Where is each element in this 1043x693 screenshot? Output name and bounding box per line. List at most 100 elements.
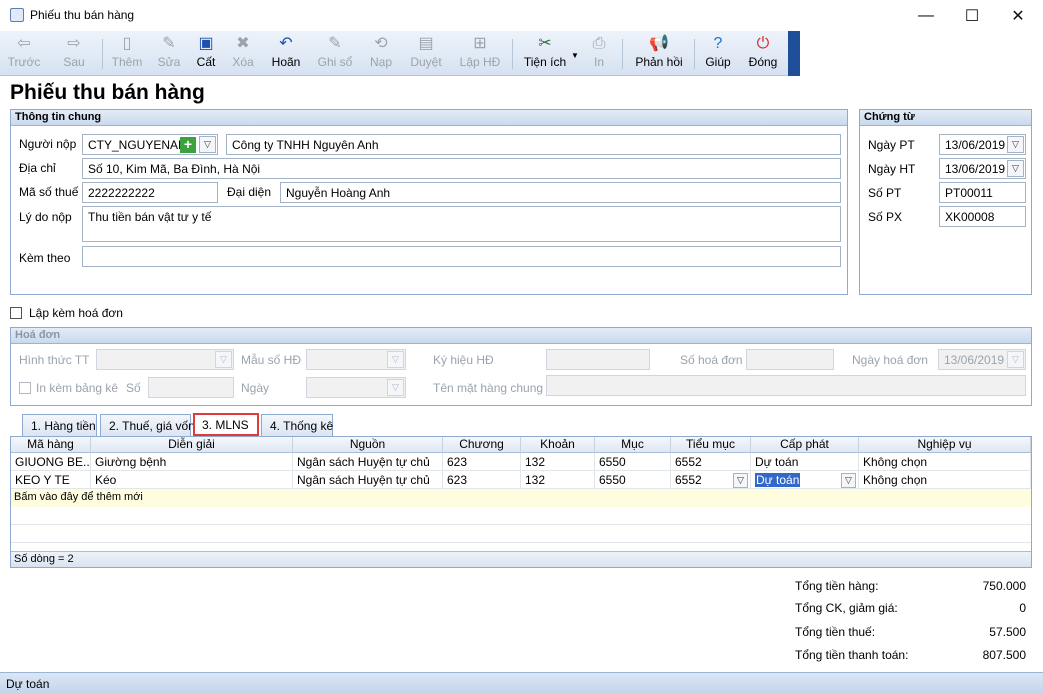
col-header-chapter[interactable]: Chương bbox=[443, 437, 521, 453]
close-button[interactable]: ✕ bbox=[995, 0, 1041, 31]
minimize-button[interactable]: — bbox=[903, 0, 949, 31]
invoice-number-input[interactable] bbox=[746, 349, 834, 370]
cell-account[interactable]: 132 bbox=[521, 471, 595, 489]
export-number-input[interactable]: XK00008 bbox=[939, 206, 1026, 227]
close-form-button[interactable]: ⏻ Đóng bbox=[744, 34, 782, 74]
sub-item-dropdown-button[interactable]: ▽ bbox=[733, 473, 748, 488]
delete-icon: ✖ bbox=[236, 35, 250, 52]
accounting-date-dropdown[interactable]: ▽ bbox=[1007, 160, 1024, 177]
invoice-date-dropdown[interactable]: ▽ bbox=[1007, 351, 1024, 368]
postpone-button[interactable]: ↶ Hoãn bbox=[266, 34, 306, 74]
maximize-button[interactable]: ☐ bbox=[949, 0, 995, 31]
save-button[interactable]: ▣ Cất bbox=[191, 34, 221, 74]
edit-button[interactable]: ✎ Sửa bbox=[152, 34, 186, 74]
row-count: Số dòng = 2 bbox=[11, 551, 1031, 567]
invoice-symbol-input[interactable] bbox=[546, 349, 650, 370]
representative-label: Đại diện bbox=[227, 185, 272, 199]
tab-goods-money[interactable]: 1. Hàng tiền bbox=[22, 414, 97, 436]
payer-code-input[interactable]: CTY_NGUYENANH bbox=[82, 134, 218, 155]
approve-button[interactable]: ▤ Duyệt bbox=[406, 34, 446, 74]
attachment-input[interactable] bbox=[82, 246, 841, 267]
add-button[interactable]: ▯ Thêm bbox=[108, 34, 146, 74]
voucher-date-dropdown[interactable]: ▽ bbox=[1007, 136, 1024, 153]
create-invoice-button[interactable]: ⊞ Lập HĐ bbox=[456, 34, 504, 74]
post-ledger-button[interactable]: ✎ Ghi sổ bbox=[314, 34, 356, 74]
print-list-checkbox[interactable] bbox=[19, 382, 31, 394]
cell-item[interactable]: 6550 bbox=[595, 453, 671, 471]
col-header-item[interactable]: Mục bbox=[595, 437, 671, 453]
col-header-account[interactable]: Khoản bbox=[521, 437, 595, 453]
add-doc-icon: ▯ bbox=[122, 35, 132, 52]
tab-mlns[interactable]: 3. MLNS bbox=[193, 413, 259, 436]
cell-chapter[interactable]: 623 bbox=[443, 471, 521, 489]
list-date-dropdown[interactable]: ▽ bbox=[387, 379, 404, 396]
total-payment-value: 807.500 bbox=[982, 648, 1026, 662]
utilities-button[interactable]: ✂ Tiện ích bbox=[520, 34, 570, 74]
col-header-source[interactable]: Nguồn bbox=[293, 437, 443, 453]
invoice-template-dropdown[interactable]: ▽ bbox=[387, 351, 404, 368]
next-button[interactable]: ⇨ Sau bbox=[54, 34, 94, 74]
voucher-date-label: Ngày PT bbox=[868, 138, 915, 152]
cell-item[interactable]: 6550 bbox=[595, 471, 671, 489]
payer-name-input[interactable]: Công ty TNHH Nguyên Anh bbox=[226, 134, 841, 155]
col-header-description[interactable]: Diễn giải bbox=[91, 437, 293, 453]
edit-doc-icon: ✎ bbox=[162, 35, 176, 52]
title-bar: Phiếu thu bán hàng — ☐ ✕ bbox=[0, 0, 1043, 31]
arrow-right-icon: ⇨ bbox=[67, 35, 81, 52]
cell-operation[interactable]: Không chọn bbox=[859, 453, 1031, 471]
cell-allocation[interactable]: Dự toán bbox=[751, 453, 859, 471]
delete-button[interactable]: ✖ Xóa bbox=[227, 34, 259, 74]
load-button[interactable]: ⟲ Nạp bbox=[364, 34, 398, 74]
cell-source[interactable]: Ngân sách Huyện tự chủ bbox=[293, 453, 443, 471]
help-button[interactable]: ? Giúp bbox=[702, 34, 734, 74]
add-payer-icon[interactable]: + bbox=[180, 137, 196, 153]
status-text: Dự toán bbox=[6, 677, 50, 691]
list-number-input[interactable] bbox=[148, 377, 234, 398]
col-header-item-code[interactable]: Mã hàng bbox=[11, 437, 91, 453]
export-number-label: Số PX bbox=[868, 210, 903, 224]
app-icon bbox=[10, 8, 24, 22]
payer-dropdown-button[interactable]: ▽ bbox=[199, 136, 216, 153]
add-new-row[interactable]: Bấm vào đây để thêm mới bbox=[11, 489, 1031, 507]
allocation-dropdown-button[interactable]: ▽ bbox=[841, 473, 856, 488]
cell-source[interactable]: Ngân sách Huyện tự chủ bbox=[293, 471, 443, 489]
common-item-name-input[interactable] bbox=[546, 375, 1026, 396]
cell-description[interactable]: Kéo bbox=[91, 471, 293, 489]
tab-statistics[interactable]: 4. Thống kê bbox=[261, 414, 333, 436]
invoice-template-label: Mẫu số HĐ bbox=[241, 353, 302, 367]
col-header-sub-item[interactable]: Tiểu mục bbox=[671, 437, 751, 453]
cell-item-code[interactable]: GIUONG BE... bbox=[11, 453, 91, 471]
total-tax-label: Tổng tiền thuế: bbox=[795, 625, 876, 639]
toolbar-overflow-handle[interactable] bbox=[788, 31, 800, 76]
cell-item-code[interactable]: KEO Y TE bbox=[11, 471, 91, 489]
tab-tax-cost[interactable]: 2. Thuế, giá vốn bbox=[100, 414, 195, 436]
reason-input[interactable]: Thu tiền bán vật tư y tế bbox=[82, 206, 841, 242]
cell-operation[interactable]: Không chọn bbox=[859, 471, 1031, 489]
cell-sub-item[interactable]: 6552 bbox=[671, 453, 751, 471]
payment-form-select[interactable] bbox=[96, 349, 234, 370]
print-button[interactable]: ⎙ In bbox=[585, 34, 613, 74]
cell-account[interactable]: 132 bbox=[521, 453, 595, 471]
total-discount-value: 0 bbox=[1019, 601, 1026, 615]
status-bar: Dự toán bbox=[0, 672, 1043, 693]
cell-chapter[interactable]: 623 bbox=[443, 453, 521, 471]
page-title: Phiếu thu bán hàng bbox=[10, 81, 205, 104]
prev-button[interactable]: ⇦ Trước bbox=[4, 34, 44, 74]
cell-description[interactable]: Giường bệnh bbox=[91, 453, 293, 471]
attach-invoice-checkbox[interactable] bbox=[10, 307, 22, 319]
allocation-selected-text[interactable]: Dự toán bbox=[755, 473, 801, 487]
address-input[interactable]: Số 10, Kim Mã, Ba Đình, Hà Nội bbox=[82, 158, 841, 179]
utilities-dropdown-icon[interactable]: ▼ bbox=[571, 51, 579, 60]
receipt-number-input[interactable]: PT00011 bbox=[939, 182, 1026, 203]
general-info-group: Thông tin chung Người nộp CTY_NGUYENANH … bbox=[10, 109, 848, 295]
empty-row bbox=[11, 525, 1031, 543]
undo-icon: ↶ bbox=[279, 35, 293, 52]
tax-code-input[interactable]: 2222222222 bbox=[82, 182, 218, 203]
col-header-operation[interactable]: Nghiệp vụ bbox=[859, 437, 1031, 453]
toolbar-separator bbox=[622, 39, 623, 69]
representative-input[interactable]: Nguyễn Hoàng Anh bbox=[280, 182, 841, 203]
payment-form-dropdown[interactable]: ▽ bbox=[215, 351, 232, 368]
feedback-button[interactable]: 📢 Phản hồi bbox=[632, 34, 686, 74]
col-header-allocation[interactable]: Cấp phát bbox=[751, 437, 859, 453]
toolbar-separator bbox=[694, 39, 695, 69]
